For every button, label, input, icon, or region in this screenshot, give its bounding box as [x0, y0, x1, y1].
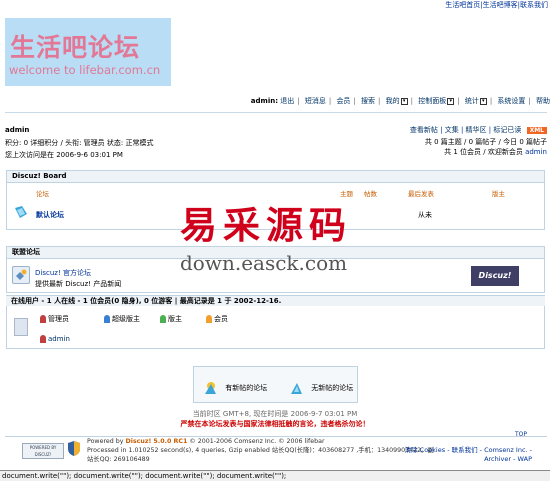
group-admin: 管理员 [40, 314, 69, 324]
xml-badge[interactable]: XML [526, 127, 547, 134]
partner-forum-link[interactable]: Discuz! 官方论坛 [35, 268, 91, 278]
footer-info: Powered by Discuz! 5.0.0 RC1 © 2001-2006… [87, 438, 434, 463]
online-user-link[interactable]: admin [48, 335, 70, 343]
post-stats: 共 0 篇主题 / 0 篇帖子 / 今日 0 篇帖子 [424, 138, 547, 146]
digest-link[interactable]: 文集 [445, 126, 459, 134]
forum-last-post: 从未 [418, 211, 432, 219]
legend-nonew: 无新帖的论坛 [289, 380, 353, 396]
watermark-url: down.easck.com [180, 251, 348, 275]
version: 5.0.0 RC1 [153, 438, 188, 445]
legend-box: 有新帖的论坛 无新帖的论坛 [193, 366, 358, 403]
newest-member-link[interactable]: admin [525, 148, 547, 156]
partner-forum-desc: 提供最新 Discuz! 产品新闻 [35, 280, 122, 288]
mine-menu[interactable]: 我的 [386, 97, 400, 105]
member-stats-text: 共 1 位会员 / 欢迎新会员 [444, 148, 523, 156]
stats-menu[interactable]: 统计 [465, 97, 479, 105]
col-forum: 论坛 [36, 190, 49, 198]
settings-link[interactable]: 系统设置 [497, 97, 525, 105]
online-user: admin [40, 335, 70, 343]
group-member: 会员 [206, 314, 228, 324]
help-link[interactable]: 帮助 [536, 97, 550, 105]
legend-new: 有新帖的论坛 [203, 380, 267, 396]
forum-link[interactable]: 默认论坛 [36, 210, 64, 220]
time-info: 当前时区 GMT+8, 现在时间是 2006-9-7 03:01 PM [192, 410, 358, 418]
col-posts: 帖数 [364, 190, 377, 198]
logo-title: 生活吧论坛 [10, 33, 141, 62]
top-links[interactable]: 生活吧首页|生活吧博客|联系我们 [445, 0, 548, 10]
new-posts-icon [205, 382, 216, 394]
members-link[interactable]: 会员 [336, 97, 350, 105]
group-pin-icon [104, 315, 110, 323]
new-posts-link[interactable]: 查看新帖 [410, 126, 438, 134]
online-box [6, 306, 545, 349]
group-mod: 版主 [160, 314, 182, 324]
group-pin-icon [40, 315, 46, 323]
quick-links: 查看新帖 | 文集 | 精华区 | 标记已读 XML [410, 125, 547, 135]
member-stats: 共 1 位会员 / 欢迎新会员 admin [444, 147, 547, 157]
group-pin-icon [160, 315, 166, 323]
control-panel-menu[interactable]: 控制面板 [418, 97, 446, 105]
forum-status-icon [15, 206, 27, 218]
powered-by-logo[interactable]: POWERED BY DISCUZ! [22, 443, 64, 459]
shield-icon [68, 441, 80, 456]
group-pin-icon [206, 315, 212, 323]
watermark-text: 易采源码 [180, 203, 352, 247]
link-icon [12, 266, 30, 284]
search-link[interactable]: 搜索 [361, 97, 375, 105]
dropdown-icon[interactable]: ▾ [400, 97, 408, 105]
site-logo[interactable]: 生活吧论坛 welcome to lifebar.com.cn [5, 18, 171, 86]
footer-links[interactable]: 清除 Cookies - 联系我们 - Comsenz Inc. - Archi… [405, 446, 532, 464]
pm-link[interactable]: 短消息 [305, 97, 326, 105]
no-new-posts-icon [291, 383, 302, 394]
discuz-link[interactable]: Discuz! [126, 438, 152, 445]
mark-read-link[interactable]: 标记已读 [493, 126, 521, 134]
group-pin-icon [40, 335, 46, 343]
group-supermod: 超级版主 [104, 314, 140, 324]
logout-link[interactable]: 退出 [280, 97, 294, 105]
logo-subtitle: welcome to lifebar.com.cn [9, 63, 161, 77]
online-icon [14, 318, 28, 336]
discuz-badge[interactable]: Discuz! [471, 266, 519, 286]
nav-username: admin: [250, 97, 279, 105]
col-last-post: 最后发表 [408, 190, 434, 198]
contact-qq: 站长QQ: 269106489 [87, 456, 150, 463]
status-bar: document.write(""); document.write(""); … [0, 470, 550, 481]
col-moderator: 版主 [492, 190, 505, 198]
processed-info: Processed in 1.010252 second(s), 4 queri… [87, 447, 434, 454]
user-navbar: admin: 退出 | 短消息 | 会员 | 搜索 | 我的 ▾ | 控制面板 ▾ | 统计 ▾ |… [250, 97, 550, 105]
last-visit: 您上次访问是在 2006-9-6 03:01 PM [5, 151, 123, 159]
dropdown-icon[interactable]: ▾ [479, 97, 487, 105]
legal-warning: 严禁在本论坛发表与国家法律相抵触的言论，违者格杀勿论！ [180, 420, 370, 428]
user-credits: 积分: 0 详细积分 / 头衔: 管理员 状态: 正常模式 [5, 139, 154, 147]
divider [5, 112, 547, 113]
elite-link[interactable]: 精华区 [466, 126, 487, 134]
board-title: Discuz! Board [7, 171, 544, 183]
username: admin [5, 126, 30, 134]
